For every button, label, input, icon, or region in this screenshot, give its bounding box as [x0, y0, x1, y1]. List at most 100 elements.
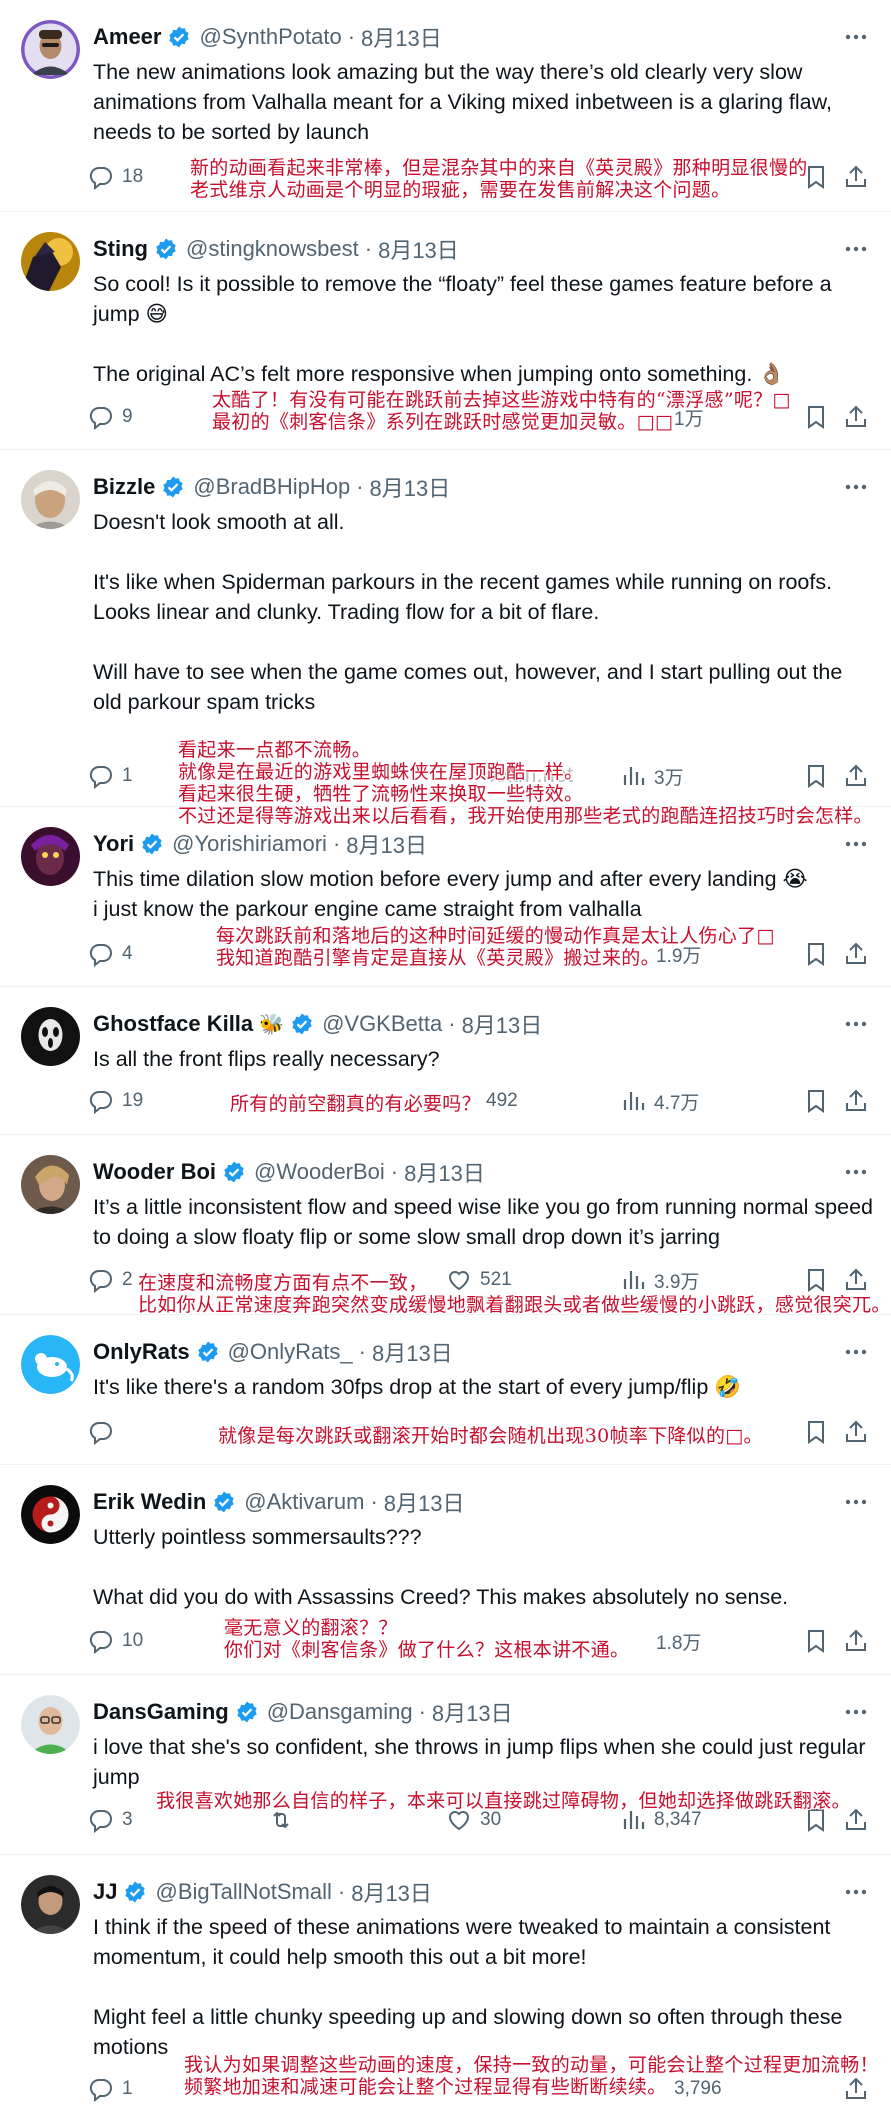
- reply-post[interactable]: DansGaming @Dansgaming · 8月13日 i love th…: [0, 1675, 891, 1855]
- avatar[interactable]: [21, 20, 80, 79]
- share-icon[interactable]: [843, 1084, 869, 1118]
- display-name[interactable]: DansGaming: [93, 1699, 229, 1725]
- user-handle[interactable]: @Aktivarum: [244, 1489, 364, 1515]
- more-icon[interactable]: [841, 1337, 871, 1367]
- post-date[interactable]: 8月13日: [404, 1156, 485, 1188]
- post-date[interactable]: 8月13日: [462, 1008, 543, 1040]
- post-date[interactable]: 8月13日: [372, 1336, 453, 1368]
- translation-line: 我很喜欢她那么自信的样子，本来可以直接跳过障碍物，但她却选择做跳跃翻滚。: [156, 1790, 851, 1812]
- display-name[interactable]: OnlyRats: [93, 1339, 190, 1365]
- display-name[interactable]: Ghostface Killa: [93, 1011, 253, 1037]
- reply-button[interactable]: 2: [88, 1263, 133, 1297]
- more-icon[interactable]: [841, 1487, 871, 1517]
- share-icon[interactable]: [843, 937, 869, 971]
- avatar[interactable]: [21, 1155, 80, 1214]
- views-button[interactable]: 4.7万: [620, 1084, 699, 1118]
- post-date[interactable]: 8月13日: [346, 828, 427, 860]
- reply-button[interactable]: 19: [88, 1084, 143, 1118]
- user-handle[interactable]: @stingknowsbest: [186, 236, 359, 262]
- reply-button[interactable]: [88, 1415, 114, 1449]
- post-text-line: Is all the front flips really necessary?: [93, 1047, 440, 1071]
- reply-count: 10: [122, 1630, 144, 1651]
- reply-button[interactable]: 18: [88, 160, 143, 194]
- display-name[interactable]: Wooder Boi: [93, 1159, 216, 1185]
- user-handle[interactable]: @WooderBoi: [254, 1159, 385, 1185]
- translation-line: 比如你从正常速度奔跑突然变成缓慢地飘着翻跟头或者做些缓慢的小跳跃，感觉很突兀。: [138, 1294, 891, 1316]
- post-text-gap: [93, 1972, 873, 2002]
- like-button[interactable]: 492: [478, 1084, 518, 1118]
- post-text: This time dilation slow motion before ev…: [93, 864, 873, 924]
- avatar[interactable]: [21, 827, 80, 886]
- views-count: 8,347: [654, 1809, 702, 1830]
- separator-dot: ·: [332, 831, 341, 856]
- post-header: Bizzle @BradBHipHop · 8月13日: [93, 472, 450, 502]
- user-handle[interactable]: @BigTallNotSmall: [155, 1879, 331, 1905]
- avatar[interactable]: [21, 1007, 80, 1066]
- display-name[interactable]: Bizzle: [93, 474, 155, 500]
- more-icon[interactable]: [841, 1009, 871, 1039]
- user-handle[interactable]: @BradBHipHop: [193, 474, 350, 500]
- bookmark-icon[interactable]: [803, 1084, 829, 1118]
- post-date[interactable]: 8月13日: [432, 1696, 513, 1728]
- avatar[interactable]: [21, 470, 80, 529]
- user-handle[interactable]: @Yorishiriamori: [172, 831, 327, 857]
- more-icon[interactable]: [841, 234, 871, 264]
- verified-badge-icon: [222, 1160, 246, 1184]
- post-text-line: So cool! Is it possible to remove the “f…: [93, 272, 832, 326]
- bookmark-icon[interactable]: [803, 1415, 829, 1449]
- reply-button[interactable]: 3: [88, 1803, 133, 1837]
- more-icon[interactable]: [841, 1157, 871, 1187]
- post-date[interactable]: 8月13日: [378, 233, 459, 265]
- avatar[interactable]: [21, 1875, 80, 1934]
- translation-overlay: 所有的前空翻真的有必要吗？: [230, 1093, 481, 1115]
- share-icon[interactable]: [843, 400, 869, 434]
- reply-button[interactable]: 4: [88, 937, 133, 971]
- avatar[interactable]: [21, 232, 80, 291]
- share-icon[interactable]: [843, 1624, 869, 1658]
- more-icon[interactable]: [841, 22, 871, 52]
- translation-line: 每次跳跃前和落地后的这种时间延缓的慢动作真是太让人伤心了□: [216, 925, 775, 947]
- post-date[interactable]: 8月13日: [370, 471, 451, 503]
- display-name[interactable]: JJ: [93, 1879, 117, 1905]
- avatar[interactable]: [21, 1485, 80, 1544]
- display-name[interactable]: Erik Wedin: [93, 1489, 206, 1515]
- user-handle[interactable]: @OnlyRats_: [228, 1339, 353, 1365]
- more-icon[interactable]: [841, 472, 871, 502]
- bookmark-icon[interactable]: [803, 400, 829, 434]
- more-icon[interactable]: [841, 1877, 871, 1907]
- translation-overlay: 毫无意义的翻滚？？ 你们对《刺客信条》做了什么？这根本讲不通。: [224, 1617, 629, 1661]
- views-count: 4.7万: [654, 1092, 700, 1114]
- post-text-line: What did you do with Assassins Creed? Th…: [93, 1585, 789, 1609]
- reply-button[interactable]: 9: [88, 400, 133, 434]
- avatar[interactable]: [21, 1695, 80, 1754]
- post-text-line: Will have to see when the game comes out…: [93, 660, 843, 714]
- views-icon: [620, 1088, 646, 1114]
- translation-line: 频繁地加速和减速可能会让整个过程显得有些断断续续。: [184, 2076, 667, 2098]
- more-icon[interactable]: [841, 1697, 871, 1727]
- share-icon[interactable]: [843, 1415, 869, 1449]
- translation-line: 新的动画看起来非常棒，但是混杂其中的来自《英灵殿》那种明显很慢的: [190, 157, 808, 179]
- post-text: i love that she's so confident, she thro…: [93, 1732, 873, 1792]
- reply-button[interactable]: 1: [88, 2072, 133, 2106]
- bookmark-icon[interactable]: [803, 937, 829, 971]
- user-handle[interactable]: @SynthPotato: [199, 24, 341, 50]
- reply-button[interactable]: 1: [88, 759, 133, 793]
- display-name[interactable]: Sting: [93, 236, 148, 262]
- post-date[interactable]: 8月13日: [384, 1486, 465, 1518]
- post-date[interactable]: 8月13日: [351, 1876, 432, 1908]
- post-header: DansGaming @Dansgaming · 8月13日: [93, 1697, 513, 1727]
- post-date[interactable]: 8月13日: [361, 21, 442, 53]
- views-button[interactable]: 1.8万: [648, 1624, 701, 1658]
- share-icon[interactable]: [843, 160, 869, 194]
- bookmark-icon[interactable]: [803, 1624, 829, 1658]
- display-name[interactable]: Yori: [93, 831, 134, 857]
- user-handle[interactable]: @Dansgaming: [267, 1699, 413, 1725]
- reply-icon: [88, 1807, 114, 1833]
- verified-badge-icon: [140, 832, 164, 856]
- reply-count: 9: [122, 406, 133, 427]
- reply-button[interactable]: 10: [88, 1624, 143, 1658]
- avatar[interactable]: [21, 1335, 80, 1394]
- user-handle[interactable]: @VGKBetta: [322, 1011, 442, 1037]
- more-icon[interactable]: [841, 829, 871, 859]
- display-name[interactable]: Ameer: [93, 24, 161, 50]
